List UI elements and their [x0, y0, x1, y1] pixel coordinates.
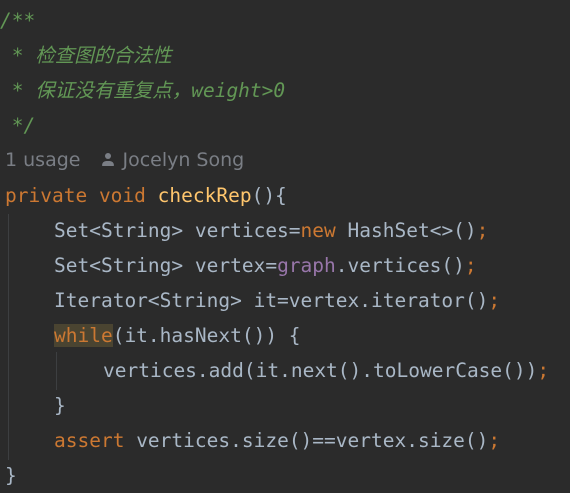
- code-text: }: [54, 394, 66, 417]
- field-ref: graph: [277, 254, 336, 277]
- user-icon: [102, 153, 115, 167]
- code-line: while(it.hasNext()) {: [54, 318, 570, 353]
- semicolon: ;: [464, 254, 477, 277]
- code-text: (){: [251, 184, 287, 207]
- code-line: }: [5, 458, 570, 493]
- doc-comment-close: */: [0, 114, 36, 137]
- code-text: Set<String> vertices=: [54, 219, 301, 242]
- code-line: vertices.add(it.next().toLowerCase());: [103, 353, 570, 388]
- code-line: Iterator<String> it=vertex.iterator();: [54, 283, 570, 318]
- code-text: Iterator<String> it=vertex.iterator(): [54, 289, 489, 312]
- keyword-highlighted: while: [54, 324, 113, 347]
- inlay-hint: 1 usage Jocelyn Song: [5, 143, 570, 178]
- doc-comment-line: * 保证没有重复点，weight>0: [0, 79, 286, 102]
- doc-comment-line: * 检查图的合法性: [0, 44, 172, 67]
- code-line: assert vertices.size()==vertex.size();: [54, 423, 570, 458]
- code-line: Set<String> vertices=new HashSet<>();: [54, 213, 570, 248]
- indent-guide: [56, 352, 57, 390]
- method-name[interactable]: checkRep: [158, 184, 252, 207]
- code-line: }: [54, 388, 570, 423]
- code-text: .vertices(): [335, 254, 465, 277]
- code-line: Set<String> vertex=graph.vertices();: [54, 248, 570, 283]
- code-line-signature: private void checkRep(){: [5, 178, 570, 213]
- code-text: (it.hasNext()) {: [112, 324, 301, 347]
- semicolon: ;: [488, 429, 501, 452]
- semicolon: ;: [537, 359, 550, 382]
- doc-comment-open: /**: [0, 9, 36, 32]
- semicolon: ;: [488, 289, 501, 312]
- code-text: Set<String> vertex=: [54, 254, 278, 277]
- keyword: new: [300, 219, 336, 242]
- indent-guide: [8, 214, 9, 460]
- usages-hint[interactable]: 1 usage: [5, 149, 80, 171]
- semicolon: ;: [476, 219, 489, 242]
- code-text: HashSet<>(): [335, 219, 477, 242]
- code-text: vertices.add(it.next().toLowerCase()): [103, 359, 538, 382]
- keyword: private: [5, 184, 88, 207]
- author-hint[interactable]: Jocelyn Song: [122, 149, 244, 171]
- code-text: }: [5, 464, 17, 487]
- code-editor[interactable]: /** * 检查图的合法性 * 保证没有重复点，weight>0 */ 1 us…: [0, 0, 570, 492]
- keyword: void: [98, 184, 146, 207]
- keyword: assert: [54, 429, 125, 452]
- code-text: vertices.size()==vertex.size(): [124, 429, 489, 452]
